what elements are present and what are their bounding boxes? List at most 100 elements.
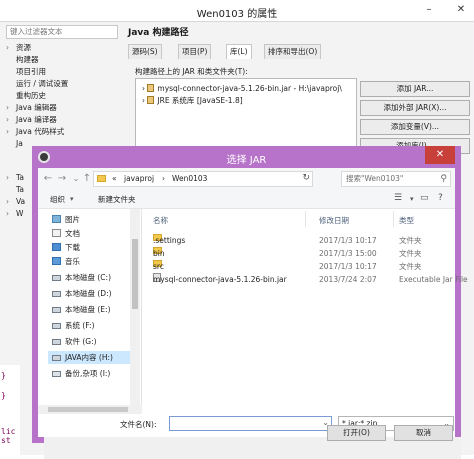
select-jar-dialog: 选择 JAR ✕ ← → ⌄ ↑ « javaproj › Wen0103 ↻ … (32, 146, 468, 459)
help-icon[interactable]: ? (438, 193, 443, 203)
file-date: 2017/1/3 10:17 (319, 236, 377, 245)
column-divider[interactable] (393, 211, 394, 227)
column-divider[interactable] (305, 211, 306, 227)
back-icon[interactable]: ← (42, 172, 54, 186)
close-button[interactable]: ✕ (425, 146, 455, 164)
search-input[interactable]: 搜索"Wen0103" ⚲ (341, 171, 451, 187)
file-row[interactable]: src 2017/1/3 10:17 文件夹 (147, 260, 451, 273)
jar-icon (147, 84, 155, 92)
expand-icon[interactable]: › (6, 126, 16, 138)
column-header-name[interactable]: 名称 (153, 215, 168, 226)
tab-order-export[interactable]: 排序和导出(O) (264, 44, 322, 59)
page-heading: Java 构建路径 (128, 28, 189, 38)
file-date: 2017/1/3 10:17 (319, 262, 377, 271)
add-jar-button[interactable]: 添加 JAR... (360, 81, 470, 97)
filename-input[interactable]: ⌄ (169, 416, 332, 431)
scrollbar-thumb[interactable] (48, 407, 128, 412)
code-line: } (1, 371, 6, 380)
side-item-drive-c[interactable]: 本地磁盘 (C:) (52, 271, 111, 284)
code-line: } (1, 391, 6, 400)
side-item-drive-f[interactable]: 系统 (F:) (52, 319, 95, 332)
file-row[interactable]: mysql-connector-java-5.1.26-bin.jar 2013… (147, 273, 468, 286)
expand-icon[interactable]: › (6, 42, 16, 54)
nav-item-builders[interactable]: 构建器 (6, 54, 39, 66)
command-bar: 组织 ▾ 新建文件夹 ☰ ▾ ▭ ? (38, 190, 455, 209)
nav-item-ta[interactable]: › Ta (6, 172, 24, 184)
drive-icon (52, 275, 61, 281)
expand-icon[interactable]: › (6, 102, 16, 114)
new-folder-button[interactable]: 新建文件夹 (98, 194, 136, 205)
filter-input[interactable]: 键入过滤器文本 (6, 25, 118, 39)
library-item-mysql[interactable]: › mysql-connector-java-5.1.26-bin.jar - … (142, 84, 342, 94)
navigation-pane[interactable]: 图片 文档 下载 音乐 本地磁盘 (C:) 本地磁盘 (D:) 本地磁盘 (E:… (38, 209, 142, 405)
breadcrumb-javaproj[interactable]: javaproj (124, 174, 154, 183)
tab-libraries[interactable]: 库(L) (226, 44, 252, 59)
side-item-pictures[interactable]: 图片 (52, 213, 80, 226)
side-item-drive-g[interactable]: 软件 (G:) (52, 335, 97, 348)
tab-projects[interactable]: 项目(P) (178, 44, 212, 59)
breadcrumb-overflow[interactable]: « (112, 174, 117, 183)
nav-item-java-editor[interactable]: › Java 编辑器 (6, 102, 57, 114)
search-icon: ⚲ (440, 174, 447, 184)
side-item-music[interactable]: 音乐 (52, 255, 80, 268)
side-item-drive-e[interactable]: 本地磁盘 (E:) (52, 303, 111, 316)
properties-title: Wen0103 的属性 (196, 9, 278, 20)
side-item-documents[interactable]: 文档 (52, 227, 80, 240)
up-icon[interactable]: ↑ (81, 172, 93, 186)
breadcrumb-separator[interactable]: › (162, 174, 165, 183)
expand-icon[interactable]: › (6, 196, 16, 208)
properties-title-bar: Wen0103 的属性 – ✕ (0, 0, 474, 22)
column-header-type[interactable]: 类型 (399, 215, 414, 226)
open-button[interactable]: 打开(O) (327, 425, 386, 441)
scrollbar-thumb[interactable] (132, 239, 138, 309)
side-item-drive-d[interactable]: 本地磁盘 (D:) (52, 287, 112, 300)
file-row[interactable]: bin 2017/1/3 15:00 文件夹 (147, 247, 451, 260)
dialog-title: 选择 JAR (226, 155, 267, 166)
nav-item-java-code-style[interactable]: › Java 代码样式 (6, 126, 64, 138)
expand-icon[interactable]: › (6, 172, 16, 184)
close-icon[interactable]: ✕ (452, 2, 470, 18)
add-external-jar-button[interactable]: 添加外部 JAR(X)... (360, 100, 470, 116)
expand-icon[interactable]: › (6, 208, 16, 220)
breadcrumb-wen0103[interactable]: Wen0103 (172, 174, 207, 183)
tab-source[interactable]: 源码(S) (128, 44, 162, 59)
nav-item-ja[interactable]: Ja (6, 138, 23, 150)
chevron-down-icon[interactable]: ▾ (70, 195, 74, 203)
library-item-jre[interactable]: › JRE 系统库 [JavaSE-1.8] (142, 96, 243, 106)
column-header-date[interactable]: 修改日期 (319, 215, 349, 226)
filename-label: 文件名(N): (120, 420, 157, 429)
file-list[interactable]: 名称 修改日期 类型 .settings 2017/1/3 10:17 文件夹 … (143, 209, 468, 405)
address-bar[interactable]: « javaproj › Wen0103 ↻ (93, 171, 313, 187)
refresh-icon[interactable]: ↻ (302, 173, 310, 183)
nav-item-run-debug[interactable]: 运行 / 调试设置 (6, 78, 68, 90)
side-item-drive-h[interactable]: JAVA内容 (H:) (48, 351, 138, 364)
network-drive-icon (52, 371, 61, 377)
side-item-drive-i[interactable]: 备份,杂项 (I:) (52, 367, 110, 380)
library-list[interactable]: › mysql-connector-java-5.1.26-bin.jar - … (135, 78, 357, 148)
organize-button[interactable]: 组织 (50, 194, 65, 205)
nav-item-refactor-history[interactable]: 重构历史 (6, 90, 46, 102)
file-row[interactable]: .settings 2017/1/3 10:17 文件夹 (147, 234, 451, 247)
nav-item-java-compiler[interactable]: › Java 编译器 (6, 114, 57, 126)
chevron-down-icon[interactable]: ▾ (410, 195, 414, 203)
file-type: 文件夹 (399, 249, 422, 258)
cancel-button[interactable]: 取消 (394, 425, 453, 441)
address-row: ← → ⌄ ↑ « javaproj › Wen0103 ↻ 搜索"Wen010… (38, 168, 455, 190)
dialog-title-bar: 选择 JAR ✕ (32, 146, 461, 168)
pictures-icon (52, 215, 61, 223)
nav-item-w[interactable]: › W (6, 208, 23, 220)
side-item-downloads[interactable]: 下载 (52, 241, 80, 254)
vertical-scrollbar[interactable] (130, 209, 140, 405)
nav-item-ta-2[interactable]: Ta (6, 184, 24, 196)
minimize-icon[interactable]: – (420, 2, 438, 18)
forward-icon[interactable]: → (56, 172, 68, 186)
nav-item-project-refs[interactable]: 项目引用 (6, 66, 46, 78)
expand-icon[interactable]: › (6, 114, 16, 126)
dialog-body: ← → ⌄ ↑ « javaproj › Wen0103 ↻ 搜索"Wen010… (38, 168, 468, 459)
preview-pane-icon[interactable]: ▭ (420, 193, 429, 203)
view-options-icon[interactable]: ☰ (394, 193, 402, 203)
add-variable-button[interactable]: 添加变量(V)... (360, 119, 470, 135)
nav-item-va[interactable]: › Va (6, 196, 25, 208)
horizontal-scrollbar[interactable] (38, 405, 142, 414)
nav-item-resource[interactable]: › 资源 (6, 42, 31, 54)
